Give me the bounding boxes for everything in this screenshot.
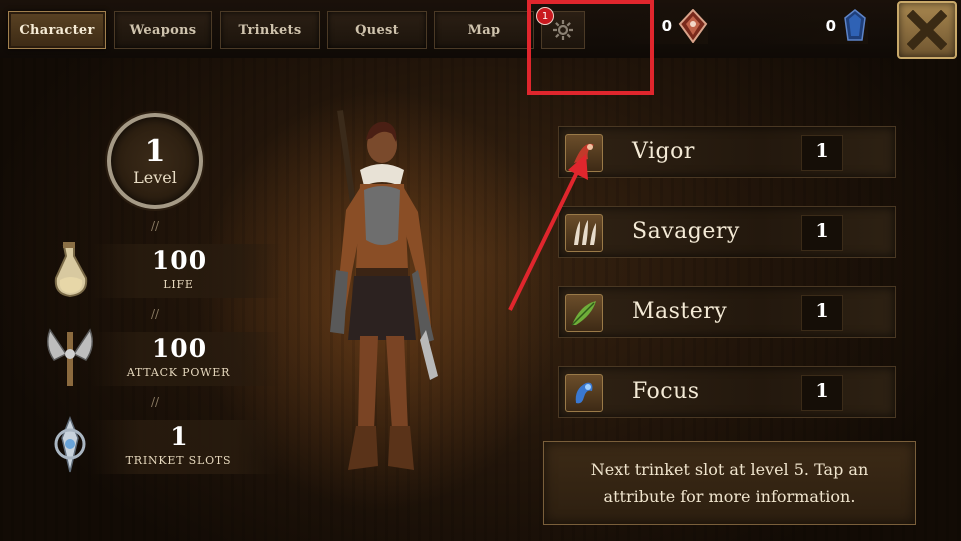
stat-value: 100: [151, 246, 208, 275]
blue-crystal-icon: [844, 9, 866, 41]
divider: //: [150, 395, 160, 409]
attribute-value: 1: [815, 140, 829, 162]
stat-value: 100: [151, 334, 208, 363]
stat-value: 1: [170, 422, 189, 451]
gear-icon: [553, 20, 573, 40]
attribute-name: Focus: [632, 379, 700, 404]
red-gem-icon: [678, 9, 708, 43]
tab-weapons[interactable]: Weapons: [114, 11, 212, 49]
attribute-value: 1: [815, 380, 829, 402]
tab-map[interactable]: Map: [434, 11, 534, 49]
tab-character[interactable]: Character: [8, 11, 106, 49]
currency-value: 0: [661, 17, 672, 35]
info-panel: Next trinket slot at level 5. Tap an att…: [543, 441, 916, 525]
top-bar: Character Weapons Trinkets Quest Map 1 0…: [0, 0, 961, 59]
stat-trinket-slots: 1 TRINKET SLOTS: [40, 414, 282, 478]
attribute-name: Mastery: [632, 299, 728, 324]
attribute-name: Vigor: [632, 139, 695, 164]
tab-quest[interactable]: Quest: [327, 11, 427, 49]
level-value: 1: [144, 133, 166, 169]
feather-icon: [565, 294, 603, 332]
stat-label: LIFE: [163, 278, 194, 291]
currency-value: 0: [825, 17, 836, 35]
close-icon: [907, 10, 947, 50]
attribute-name: Savagery: [632, 219, 740, 244]
attribute-value: 1: [815, 220, 829, 242]
stat-label: ATTACK POWER: [126, 366, 231, 379]
currency-blue-crystal: 0: [748, 8, 868, 44]
stat-life: 100 LIFE: [40, 238, 282, 302]
level-label: Level: [133, 167, 177, 187]
tab-trinkets[interactable]: Trinkets: [220, 11, 320, 49]
potion-icon: [54, 242, 88, 298]
level-badge: 1 Level: [107, 113, 203, 209]
stat-label: TRINKET SLOTS: [125, 454, 232, 467]
attribute-savagery[interactable]: Savagery 1: [558, 206, 896, 258]
notification-badge: 1: [536, 7, 554, 25]
focus-icon: [565, 374, 603, 412]
attribute-mastery[interactable]: Mastery 1: [558, 286, 896, 338]
axe-icon: [47, 328, 93, 386]
close-button[interactable]: [897, 1, 957, 59]
divider: //: [150, 307, 160, 321]
attribute-vigor[interactable]: Vigor 1: [558, 126, 896, 178]
divider: //: [150, 219, 160, 233]
character-model: [330, 110, 438, 470]
attribute-value: 1: [815, 300, 829, 322]
info-text: Next trinket slot at level 5. Tap an att…: [590, 460, 869, 506]
amulet-icon: [54, 415, 86, 473]
vigor-icon: [565, 134, 603, 172]
currency-red-gem: 0: [612, 8, 708, 44]
claw-icon: [565, 214, 603, 252]
attribute-focus[interactable]: Focus 1: [558, 366, 896, 418]
stat-attack-power: 100 ATTACK POWER: [40, 326, 282, 390]
